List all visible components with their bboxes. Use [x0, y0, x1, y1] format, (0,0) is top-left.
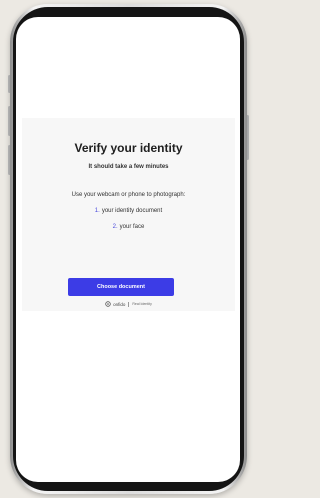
brand-tagline: Real Identity	[132, 302, 152, 306]
verification-card: Verify your identity It should take a fe…	[22, 118, 235, 311]
step-number: 2.	[112, 224, 118, 230]
step-number: 1.	[94, 208, 100, 214]
brand-name: onfido	[113, 301, 126, 307]
powered-by-footer: onfido Real Identity	[22, 301, 235, 307]
page-title: Verify your identity	[74, 141, 183, 155]
step-label: your identity document	[101, 208, 163, 214]
list-item: 2. your face	[22, 224, 235, 230]
onfido-logo-icon	[105, 301, 111, 307]
phone-screen: Verify your identity It should take a fe…	[16, 17, 240, 482]
step-label: your face	[119, 224, 145, 230]
instruction-text: Use your webcam or phone to photograph:	[71, 192, 186, 198]
list-item: 1. your identity document	[22, 208, 235, 214]
page-subtitle: It should take a few minutes	[88, 164, 169, 170]
footer-divider	[128, 301, 130, 307]
choose-document-button[interactable]: Choose document	[68, 278, 174, 296]
